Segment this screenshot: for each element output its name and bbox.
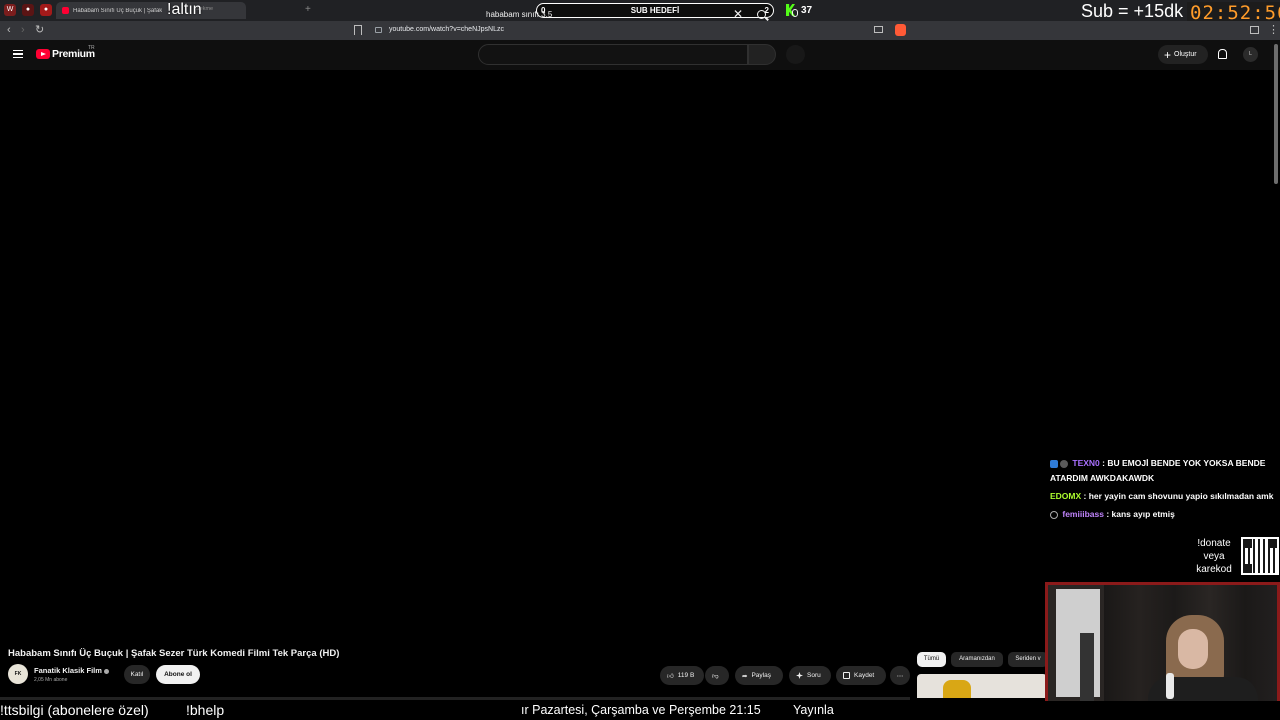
more-dots-icon: ⋯ <box>896 672 904 680</box>
pinned-tab-2[interactable]: ● <box>22 4 34 16</box>
chat-text: : kans ayıp etmiş <box>1106 509 1175 519</box>
video-title: Hababam Sınıfı Üç Buçuk | Şafak Sezer Tü… <box>8 648 340 659</box>
streamer-face <box>1178 629 1208 669</box>
create-button[interactable]: + Oluştur <box>1158 45 1208 64</box>
kick-viewer-counter: 37 <box>786 4 812 16</box>
youtube-favicon-icon <box>62 7 69 14</box>
pinned-tab-3[interactable]: ● <box>40 4 52 16</box>
clear-search-icon[interactable]: ✕ <box>733 7 743 21</box>
chat-username: femiiibass <box>1062 509 1104 519</box>
ask-button[interactable]: Soru <box>789 666 831 685</box>
chat-username: EDOMX <box>1050 491 1082 501</box>
share-button[interactable]: ➦ Paylaş <box>735 666 783 685</box>
voice-search-button[interactable] <box>786 45 805 64</box>
more-actions-button[interactable]: ⋯ <box>890 666 910 685</box>
chat-message: EDOMX : her yayin cam shovunu yapio sıkı… <box>1050 489 1280 504</box>
chat-message: femiiibass : kans ayıp etmiş <box>1050 507 1280 522</box>
save-bookmark-icon <box>843 672 850 679</box>
active-tab[interactable]: Hababam Sınıfı Üç Buçuk | Şafak <box>56 2 246 19</box>
browser-menu-icon[interactable]: ⋮ <box>1268 23 1279 36</box>
share-label: Paylaş <box>751 672 771 679</box>
stream-chat: TEXN0 : BU EMOJİ BENDE YOK YOKSA BENDE A… <box>1050 456 1280 525</box>
country-code: TR <box>88 45 95 51</box>
plus-icon: + <box>1164 47 1172 62</box>
badge-icon <box>1050 510 1058 519</box>
page-divider <box>0 697 910 700</box>
youtube-logo-icon[interactable] <box>36 49 50 59</box>
new-tab-plus-icon[interactable]: + <box>305 4 311 15</box>
save-label: Kaydet <box>854 672 875 679</box>
account-avatar[interactable]: L <box>1243 47 1258 62</box>
picture-in-picture-icon[interactable] <box>874 26 883 33</box>
kick-viewer-count: 37 <box>801 4 813 16</box>
youtube-header: Premium TR + Oluştur L <box>0 40 1280 70</box>
chat-text: : her yayin cam shovunu yapio sıkılmadan… <box>1083 491 1274 501</box>
chip-from-series[interactable]: Seriden v <box>1008 652 1048 667</box>
ticker-schedule-2: Yayınla <box>793 703 834 717</box>
channel-avatar[interactable]: FK <box>8 664 28 684</box>
ticker-tts-info: !ttsbilgi (abonelere özel) <box>0 702 149 718</box>
share-arrow-icon: ➦ <box>742 672 748 680</box>
stream-ticker: !ttsbilgi (abonelere özel) !bhelp ır Paz… <box>0 701 1280 720</box>
notifications-bell-icon[interactable] <box>1218 49 1227 59</box>
pinned-tab-1[interactable]: W <box>4 4 16 16</box>
verified-icon <box>103 668 109 674</box>
search-button[interactable] <box>748 44 776 65</box>
thumbs-up-icon: 👍︎ <box>667 672 674 680</box>
channel-name-text[interactable]: Fanatik Klasik Film <box>34 666 102 675</box>
search-icon[interactable] <box>757 10 766 19</box>
ticker-help: !bhelp <box>186 702 225 718</box>
qr-code-icon <box>1241 537 1279 575</box>
sparkle-icon <box>796 672 803 679</box>
ticker-schedule: ır Pazartesi, Çarşamba ve Perşembe 21:15 <box>521 703 761 717</box>
chat-message: TEXN0 : BU EMOJİ BENDE YOK YOKSA BENDE A… <box>1050 456 1280 486</box>
forward-arrow-icon[interactable]: › <box>21 24 25 36</box>
sub-rule-text: Sub = +15dk <box>1081 1 1184 21</box>
search-input-box[interactable] <box>478 44 748 65</box>
like-button[interactable]: 👍︎ 119 B <box>660 666 704 685</box>
site-info-icon[interactable] <box>375 27 382 33</box>
active-tab-title: Hababam Sınıfı Üç Buçuk | Şafak <box>73 7 163 14</box>
brave-shield-icon[interactable] <box>895 24 906 36</box>
microphone <box>1166 673 1174 699</box>
chip-from-search[interactable]: Aramanızdan <box>951 652 1003 667</box>
browser-address-bar: ‹ › ↻ youtube.com/watch?v=cheNJpsNLzc ⋮ <box>0 21 1280 40</box>
like-count: 119 B <box>677 672 695 679</box>
subscriber-count: 2,05 Mn abone <box>34 677 68 683</box>
badge-icon <box>1060 459 1068 468</box>
join-button[interactable]: Katıl <box>124 665 150 684</box>
sub-goal-label: SUB HEDEFİ <box>630 6 680 15</box>
chat-username: TEXN0 <box>1072 458 1100 468</box>
recommended-video-thumbnail[interactable] <box>917 674 1047 698</box>
ask-label: Soru <box>807 672 821 679</box>
subscribe-button[interactable]: Abone ol <box>156 665 200 684</box>
microphone-icon[interactable] <box>792 9 798 17</box>
streamer-webcam <box>1045 582 1280 715</box>
search-input[interactable]: hababam sınıfı 3,5 <box>486 10 552 19</box>
sidebar-toggle-icon[interactable] <box>1250 26 1259 34</box>
chip-all[interactable]: Tümü <box>917 652 946 667</box>
channel-name[interactable]: Fanatik Klasik Film <box>34 666 109 675</box>
url-field[interactable]: youtube.com/watch?v=cheNJpsNLzc <box>389 26 504 33</box>
subscriber-badge-icon <box>1050 459 1058 468</box>
reload-icon[interactable]: ↻ <box>35 24 44 36</box>
pinned-tabs: W ● ● <box>4 4 52 16</box>
hamburger-menu-icon[interactable] <box>13 50 23 58</box>
bookmark-icon[interactable] <box>354 25 362 35</box>
dislike-button[interactable]: 👎︎ <box>705 666 729 685</box>
donate-text: !donate veya karekod <box>1196 538 1232 575</box>
create-button-label: Oluştur <box>1174 51 1197 58</box>
overlay-command-text: !altın <box>167 1 202 18</box>
back-arrow-icon[interactable]: ‹ <box>7 24 11 36</box>
thumbs-down-icon: 👎︎ <box>712 672 719 680</box>
page-scrollbar[interactable] <box>1274 44 1278 184</box>
save-button[interactable]: Kaydet <box>836 666 886 685</box>
